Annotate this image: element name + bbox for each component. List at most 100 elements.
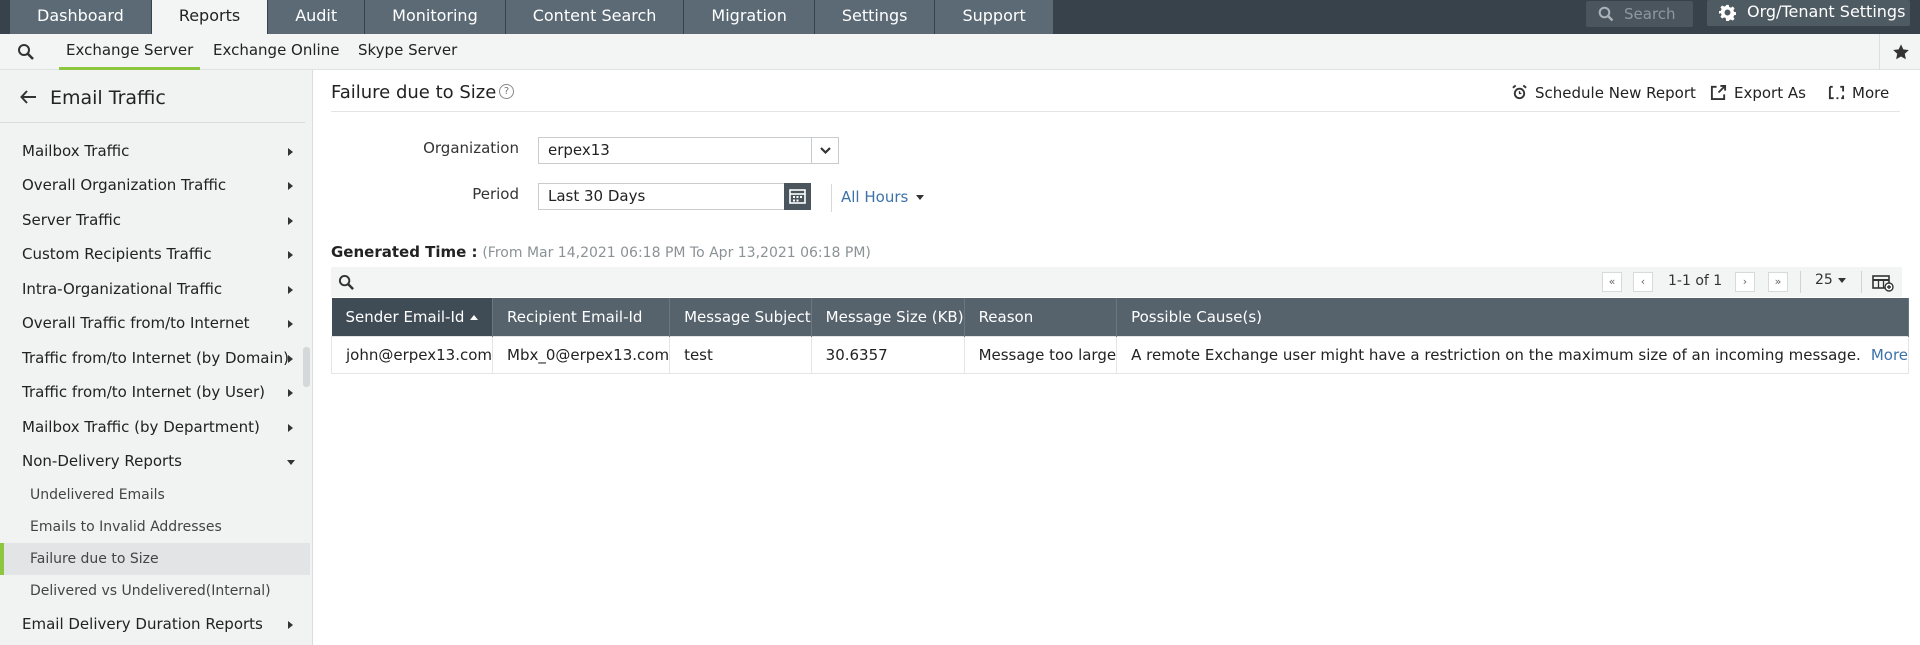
chevron-right-icon	[288, 424, 293, 432]
more-actions-button[interactable]: More	[1828, 84, 1889, 102]
sidebar-item-overall-organization-traffic[interactable]: Overall Organization Traffic	[0, 168, 305, 202]
search-icon[interactable]	[17, 43, 35, 61]
pagination-text: 1-1 of 1	[1668, 273, 1723, 289]
chevron-down-icon	[820, 147, 831, 155]
org-tenant-settings-button[interactable]: Org/Tenant Settings	[1707, 0, 1910, 26]
chevron-right-icon	[288, 251, 293, 259]
chevron-right-icon	[288, 355, 293, 363]
sidebar-item-overall-traffic-internet[interactable]: Overall Traffic from/to Internet	[0, 306, 305, 340]
next-page-icon[interactable]: ›	[1735, 272, 1755, 292]
column-header-sender[interactable]: Sender Email-Id	[331, 298, 494, 336]
more-link[interactable]: More	[1871, 346, 1908, 364]
sidebar-item-traffic-internet-by-domain[interactable]: Traffic from/to Internet (by Domain)	[0, 341, 305, 375]
star-icon[interactable]	[1892, 43, 1910, 61]
tab-support[interactable]: Support	[935, 0, 1054, 34]
top-navigation-bar: Dashboard Reports Audit Monitoring Conte…	[0, 0, 1920, 34]
cell-subject: test	[669, 335, 812, 374]
organization-value: erpex13	[548, 141, 610, 159]
gear-icon	[1719, 4, 1736, 21]
report-header: Failure due to Size ? Schedule New Repor…	[331, 70, 1900, 112]
export-icon	[1710, 84, 1727, 101]
organization-select[interactable]: erpex13	[538, 137, 839, 164]
chevron-right-icon	[288, 217, 293, 225]
sidebar-item-custom-recipients-traffic[interactable]: Custom Recipients Traffic	[0, 237, 305, 271]
subtab-exchange-online[interactable]: Exchange Online	[206, 41, 346, 70]
table-row: john@erpex13.com Mbx_0@erpex13.com test …	[330, 335, 1910, 374]
schedule-new-report-button[interactable]: Schedule New Report	[1511, 84, 1696, 102]
subnav-divider	[1879, 34, 1880, 70]
top-search-input[interactable]: Search	[1586, 1, 1693, 27]
sidebar-subitem-delivered-vs-undelivered[interactable]: Delivered vs Undelivered(Internal)	[0, 575, 310, 607]
sidebar: Email Traffic Mailbox Traffic Overall Or…	[0, 70, 313, 645]
caret-down-icon	[916, 195, 925, 200]
tab-reports[interactable]: Reports	[151, 0, 269, 34]
subtab-skype-server[interactable]: Skype Server	[351, 41, 464, 70]
table-toolbar: « ‹ 1-1 of 1 › » 25	[331, 267, 1902, 297]
report-table: Sender Email-Id Recipient Email-Id Messa…	[330, 298, 1910, 374]
sidebar-item-mailbox-traffic-by-department[interactable]: Mailbox Traffic (by Department)	[0, 410, 305, 444]
sidebar-resize-handle[interactable]	[303, 347, 310, 387]
tab-audit[interactable]: Audit	[268, 0, 366, 34]
sidebar-item-non-delivery-reports[interactable]: Non-Delivery Reports	[0, 444, 305, 478]
chevron-right-icon	[288, 182, 293, 190]
sidebar-subitem-failure-due-to-size[interactable]: Failure due to Size	[0, 543, 310, 575]
back-arrow-icon[interactable]	[20, 90, 37, 104]
tab-dashboard[interactable]: Dashboard	[10, 0, 152, 34]
sidebar-title: Email Traffic	[50, 87, 166, 109]
alarm-clock-icon	[1512, 84, 1527, 100]
product-subnav: Exchange Server Exchange Online Skype Se…	[0, 34, 1920, 70]
sidebar-header: Email Traffic	[0, 70, 305, 123]
calendar-button[interactable]	[784, 183, 811, 210]
organization-label: Organization	[423, 139, 519, 157]
search-icon	[1598, 6, 1614, 22]
page-title: Failure due to Size	[331, 82, 497, 103]
tab-settings[interactable]: Settings	[814, 0, 936, 34]
period-input[interactable]: Last 30 Days	[538, 183, 785, 210]
page-size-dropdown[interactable]: 25	[1815, 272, 1846, 288]
sort-ascending-icon	[470, 314, 479, 320]
export-as-button[interactable]: Export As	[1710, 84, 1806, 102]
first-page-icon[interactable]: «	[1602, 272, 1622, 292]
tab-monitoring[interactable]: Monitoring	[365, 0, 506, 34]
column-header-recipient[interactable]: Recipient Email-Id	[492, 298, 671, 336]
sidebar-item-email-delivery-duration[interactable]: Email Delivery Duration Reports	[0, 607, 305, 641]
generated-time-label: Generated Time :	[331, 243, 478, 261]
column-header-possible-causes[interactable]: Possible Cause(s)	[1116, 298, 1910, 336]
sidebar-subitem-emails-invalid-addresses[interactable]: Emails to Invalid Addresses	[0, 511, 310, 543]
toolbar-divider	[1800, 271, 1801, 293]
chevron-right-icon	[288, 320, 293, 328]
chevron-right-icon	[288, 389, 293, 397]
generated-time-range: (From Mar 14,2021 06:18 PM To Apr 13,202…	[482, 245, 871, 261]
top-search-placeholder: Search	[1624, 5, 1676, 23]
tab-content-search[interactable]: Content Search	[505, 0, 685, 34]
subtab-exchange-server[interactable]: Exchange Server	[59, 41, 201, 70]
sidebar-item-traffic-internet-by-user[interactable]: Traffic from/to Internet (by User)	[0, 375, 305, 409]
org-tenant-settings-label: Org/Tenant Settings	[1747, 2, 1906, 21]
more-icon	[1828, 85, 1845, 100]
previous-page-icon[interactable]: ‹	[1633, 272, 1653, 292]
cell-recipient: Mbx_0@erpex13.com	[492, 335, 671, 374]
toolbar-divider	[1861, 271, 1862, 293]
cell-size: 30.6357	[810, 335, 965, 374]
organization-dropdown-button[interactable]	[811, 137, 838, 164]
tab-migration[interactable]: Migration	[684, 0, 815, 34]
search-icon[interactable]	[338, 274, 355, 291]
column-header-reason[interactable]: Reason	[964, 298, 1118, 336]
calendar-icon	[789, 189, 806, 204]
cell-possible-causes: A remote Exchange user might have a rest…	[1116, 335, 1910, 374]
sidebar-item-server-traffic[interactable]: Server Traffic	[0, 203, 305, 237]
sidebar-item-intra-organizational-traffic[interactable]: Intra-Organizational Traffic	[0, 272, 305, 306]
sidebar-item-mailbox-traffic[interactable]: Mailbox Traffic	[0, 134, 305, 168]
last-page-icon[interactable]: »	[1768, 272, 1788, 292]
period-value: Last 30 Days	[548, 187, 646, 205]
column-header-size[interactable]: Message Size (KB)	[811, 298, 965, 336]
table-header-row: Sender Email-Id Recipient Email-Id Messa…	[331, 298, 1910, 336]
column-chooser-icon[interactable]	[1872, 274, 1894, 292]
chevron-right-icon	[288, 148, 293, 156]
period-label: Period	[472, 185, 519, 203]
cell-sender: john@erpex13.com	[330, 335, 494, 374]
sidebar-subitem-undelivered-emails[interactable]: Undelivered Emails	[0, 479, 310, 511]
help-icon[interactable]: ?	[499, 84, 514, 99]
column-header-subject[interactable]: Message Subject	[669, 298, 812, 336]
all-hours-dropdown[interactable]: All Hours	[841, 188, 925, 206]
